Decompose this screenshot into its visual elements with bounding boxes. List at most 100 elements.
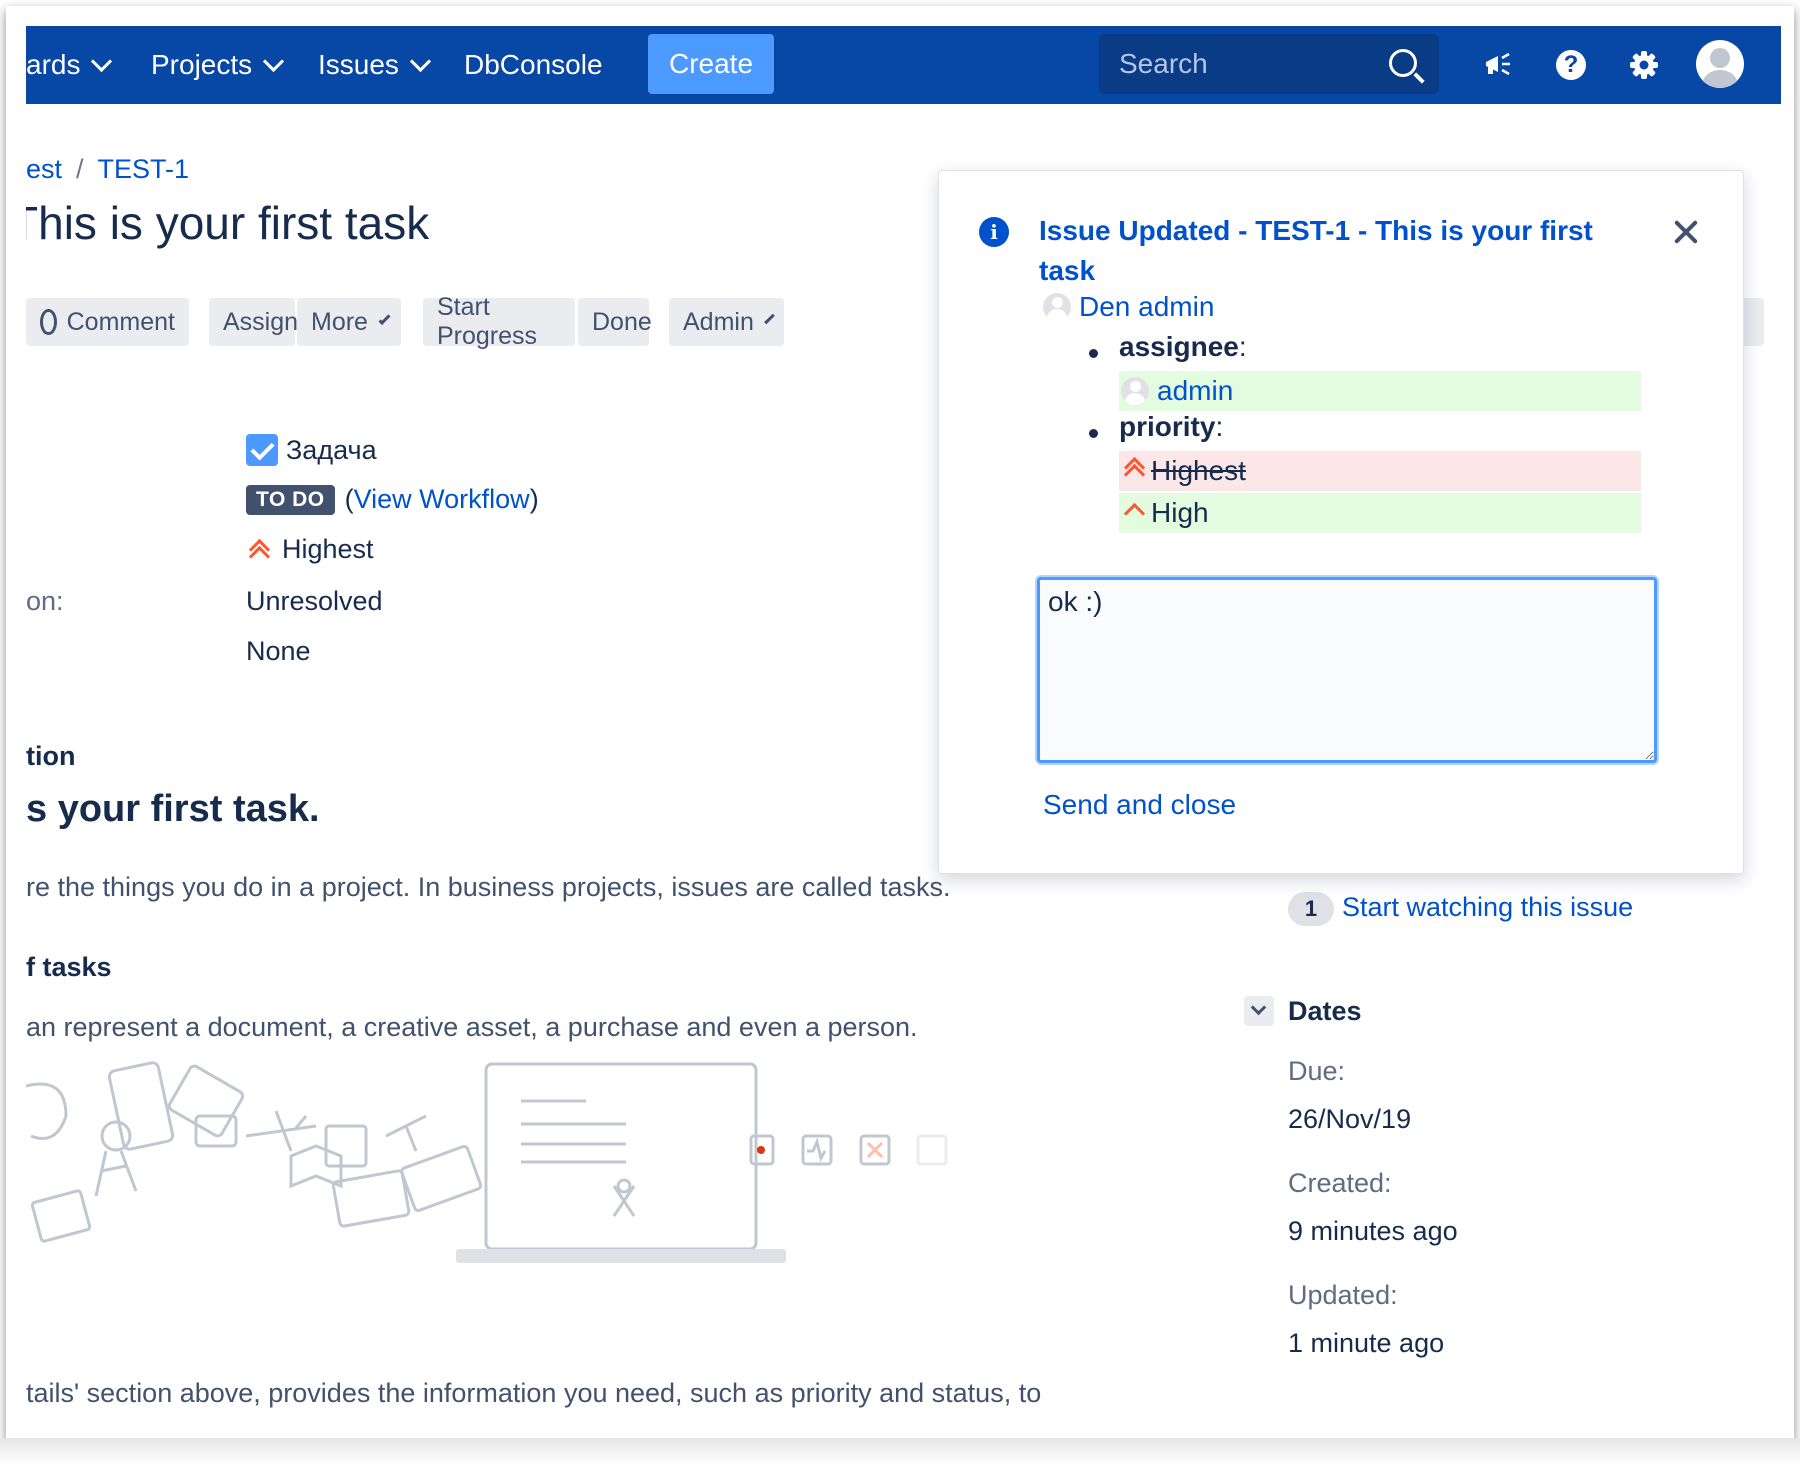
- comment-button[interactable]: Comment: [26, 298, 189, 346]
- popup-author[interactable]: Den admin: [1043, 291, 1214, 323]
- description-paragraph-2: an represent a document, a creative asse…: [26, 1012, 918, 1042]
- page-title-text: his is your first task: [38, 197, 430, 249]
- create-button[interactable]: Create: [648, 34, 774, 94]
- issue-type-label: Задача: [286, 434, 377, 465]
- change-field-name: assignee: [1119, 331, 1239, 362]
- assign-button[interactable]: Assign: [209, 298, 299, 346]
- admin-label: Admin: [683, 307, 754, 336]
- priority-highest-icon: [246, 536, 274, 567]
- avatar[interactable]: [1696, 40, 1744, 88]
- priority-old-label: Highest: [1151, 455, 1246, 486]
- more-button[interactable]: More: [297, 298, 401, 346]
- megaphone-icon-glyph: [1486, 52, 1510, 76]
- workflow-open-paren: (: [344, 484, 354, 514]
- start-watching-link[interactable]: Start watching this issue: [1342, 892, 1633, 923]
- change-field-assignee: assignee:: [1119, 331, 1247, 363]
- gear-icon: [1630, 51, 1658, 79]
- admin-button[interactable]: Admin: [669, 298, 784, 346]
- description-paragraph-1: re the things you do in a project. In bu…: [26, 872, 951, 902]
- reply-textarea[interactable]: ok :): [1037, 577, 1657, 763]
- browser-frame: ards Projects Issues DbConsole Create Se…: [6, 6, 1794, 1442]
- comment-label: Comment: [66, 307, 175, 336]
- assignee-new-value: admin: [1119, 371, 1641, 411]
- dates-section-title: Dates: [1288, 996, 1362, 1026]
- description-heading: s your first task.: [26, 788, 320, 830]
- breadcrumb-issue-key[interactable]: TEST-1: [98, 154, 190, 184]
- resolution-label: on:: [26, 586, 64, 616]
- watch-count-badge: 1: [1288, 892, 1334, 926]
- nav-dbconsole[interactable]: DbConsole: [464, 26, 603, 104]
- page-title[interactable]: This is your first task: [26, 196, 429, 250]
- description-paragraph-3: tails' section above, provides the infor…: [26, 1378, 1042, 1408]
- description-section-title: tion: [26, 741, 76, 771]
- start-progress-label: Start Progress: [437, 293, 538, 350]
- list-bullet: [1089, 349, 1098, 358]
- change-field-name: priority: [1119, 411, 1216, 442]
- change-field-colon: :: [1238, 331, 1247, 362]
- settings-button[interactable]: [1624, 45, 1664, 85]
- author-avatar: [1043, 293, 1071, 321]
- comment-icon: [40, 309, 57, 335]
- tasks-illustration: [26, 1061, 948, 1263]
- done-label: Done: [592, 307, 652, 336]
- nav-issues[interactable]: Issues: [318, 26, 432, 104]
- priority-high-icon: [1119, 498, 1149, 528]
- search-box[interactable]: [1099, 34, 1439, 94]
- more-label: More: [311, 307, 368, 336]
- megaphone-icon[interactable]: [1478, 45, 1518, 85]
- chevron-down-icon: [764, 313, 775, 325]
- nav-projects-label: Projects: [151, 49, 253, 80]
- task-type-icon: [246, 434, 278, 466]
- author-name: Den admin: [1079, 291, 1215, 322]
- view-workflow-link[interactable]: View Workflow: [354, 484, 530, 515]
- nav-projects[interactable]: Projects: [151, 26, 285, 104]
- created-label: Created:: [1288, 1168, 1392, 1198]
- chevron-down-icon: [378, 312, 391, 326]
- workflow-close-paren: ): [529, 484, 539, 514]
- due-label: Due:: [1288, 1056, 1346, 1086]
- fix-version-value: None: [246, 636, 311, 666]
- send-and-close-link[interactable]: Send and close: [1043, 789, 1236, 821]
- help-icon: ?: [1556, 50, 1586, 80]
- created-value: 9 minutes ago: [1288, 1216, 1458, 1246]
- assign-label: Assign: [223, 307, 299, 336]
- due-value: 26/Nov/19: [1288, 1104, 1412, 1134]
- done-button[interactable]: Done: [578, 298, 652, 346]
- search-icon[interactable]: [1389, 49, 1417, 77]
- breadcrumb-project[interactable]: est: [26, 154, 62, 184]
- info-icon: i: [979, 217, 1009, 247]
- priority-label: Highest: [282, 534, 374, 564]
- status-value: TO DO (View Workflow): [246, 484, 539, 515]
- priority-new-value: High: [1119, 493, 1641, 533]
- priority-old-value: Highest: [1119, 451, 1641, 491]
- change-field-colon: :: [1215, 411, 1224, 442]
- issue-type-value: Задача: [246, 434, 377, 466]
- issue-updated-popup: i Issue Updated - TEST-1 - This is your …: [938, 170, 1744, 874]
- close-icon[interactable]: [1671, 217, 1701, 247]
- help-button[interactable]: ?: [1551, 45, 1591, 85]
- assignee-avatar: [1121, 377, 1149, 405]
- priority-highest-icon: [1119, 456, 1149, 486]
- resolution-value: Unresolved: [246, 586, 383, 616]
- issue-page: ards Projects Issues DbConsole Create Se…: [26, 6, 1794, 1442]
- start-progress-button[interactable]: Start Progress: [423, 293, 575, 350]
- updated-value: 1 minute ago: [1288, 1328, 1445, 1358]
- nav-dbconsole-label: DbConsole: [464, 49, 603, 80]
- breadcrumb-separator: /: [76, 154, 84, 184]
- dates-collapse-toggle[interactable]: [1244, 996, 1274, 1026]
- list-bullet: [1089, 429, 1098, 438]
- nav-issues-label: Issues: [318, 49, 399, 80]
- breadcrumb: est / TEST-1: [26, 154, 189, 185]
- search-input[interactable]: [1099, 47, 1381, 81]
- nav-dashboards-label: ards: [26, 49, 81, 80]
- priority-value: Highest: [246, 534, 374, 567]
- frame-shadow: [0, 1438, 1800, 1465]
- chevron-down-icon: [263, 50, 285, 72]
- assignee-new-name[interactable]: admin: [1157, 375, 1233, 407]
- priority-new-label: High: [1151, 497, 1209, 528]
- page-title-prefix: T: [26, 196, 38, 250]
- chevron-down-icon: [91, 50, 113, 72]
- popup-title-link[interactable]: Issue Updated - TEST-1 - This is your fi…: [1039, 211, 1619, 291]
- top-navigation: ards Projects Issues DbConsole Create Se…: [26, 26, 1781, 104]
- nav-dashboards[interactable]: ards: [26, 26, 113, 104]
